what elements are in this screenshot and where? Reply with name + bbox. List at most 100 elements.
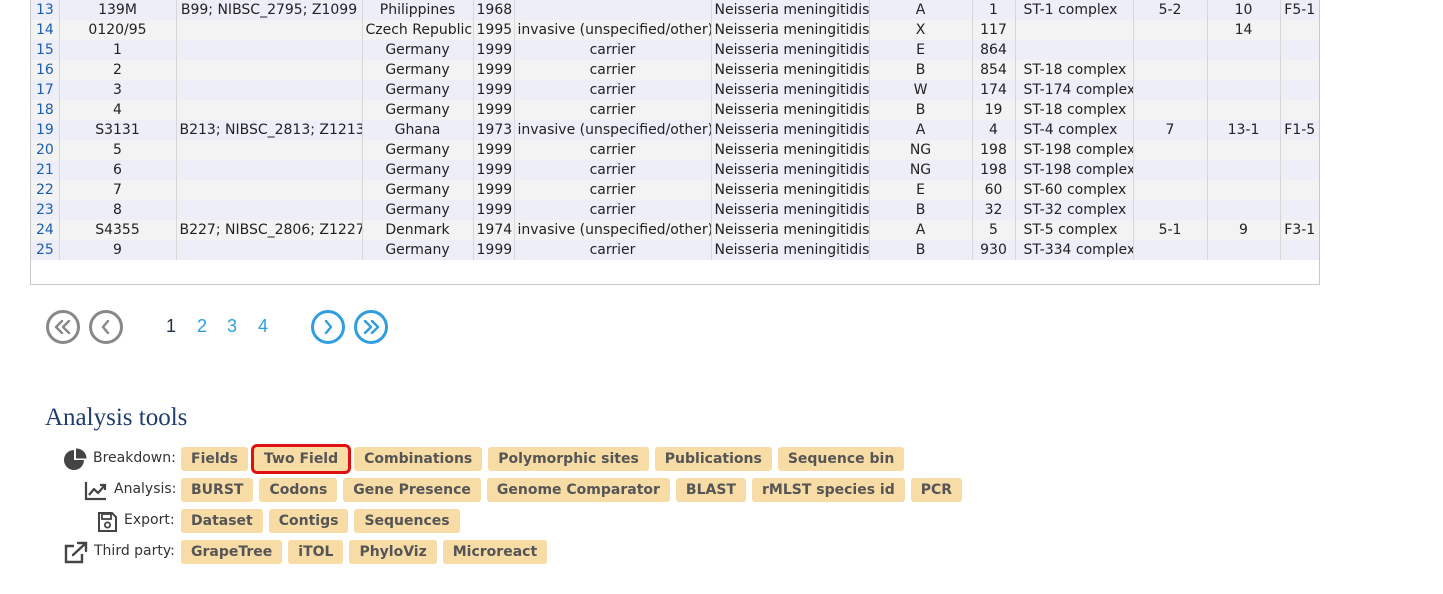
isolate-id-link[interactable]: 20 — [36, 142, 54, 158]
table-row: 22 7 Germany 1999 carrier Neisseria meningiti… — [31, 180, 1319, 200]
dataset-button[interactable]: Dataset — [181, 509, 263, 533]
clonal-complex-cell: ST-198 complex — [1015, 140, 1134, 160]
species-cell: Neisseria meningitidis — [711, 120, 870, 140]
species-cell: Neisseria meningitidis — [711, 140, 870, 160]
page-link-3[interactable]: 3 — [227, 316, 237, 337]
table-row: 23 8 Germany 1999 carrier Neisseria meningiti… — [31, 200, 1319, 220]
codons-button[interactable]: Codons — [259, 478, 338, 502]
microreact-button[interactable]: Microreact — [442, 540, 548, 564]
table-row: 24 S4355 B227; NIBSC_2806; Z1227 Denmark 197… — [31, 220, 1319, 240]
clonal-complex-cell — [1015, 20, 1134, 40]
aliases-cell — [176, 80, 363, 100]
country-cell: Germany — [362, 140, 474, 160]
blast-button[interactable]: BLAST — [675, 478, 746, 502]
page-link-2[interactable]: 2 — [197, 316, 207, 337]
isolate-id-link[interactable]: 23 — [36, 202, 54, 218]
country-cell: Denmark — [362, 220, 474, 240]
clonal-complex-cell: ST-1 complex — [1015, 0, 1134, 20]
isolate-results-table: 120090/89Czech Republic1989invasive (uns… — [30, 0, 1320, 285]
analysis-label: Analysis: — [114, 481, 177, 497]
isolate-id-link[interactable]: 14 — [36, 22, 54, 38]
pora-vr-cell — [1133, 40, 1208, 60]
page-link-1[interactable]: 1 — [166, 316, 176, 337]
porb-vr-cell: 14 — [1207, 20, 1281, 40]
table-row: 15 1 Germany 1999 carrier Neisseria meningiti… — [31, 40, 1319, 60]
fields-button[interactable]: Fields — [181, 447, 249, 471]
genome-comparator-button[interactable]: Genome Comparator — [486, 478, 670, 502]
first-page-button[interactable] — [46, 310, 80, 344]
table-row: 18 4 Germany 1999 carrier Neisseria meningiti… — [31, 100, 1319, 120]
isolate-id-link[interactable]: 22 — [36, 182, 54, 198]
species-cell: Neisseria meningitidis — [711, 200, 870, 220]
isolate-id-link[interactable]: 15 — [36, 42, 54, 58]
grapetree-button[interactable]: GrapeTree — [181, 540, 283, 564]
page-link-4[interactable]: 4 — [258, 316, 268, 337]
isolate-id-link[interactable]: 16 — [36, 62, 54, 78]
sequence-type-cell: 198 — [972, 140, 1016, 160]
isolate-id-link[interactable]: 25 — [36, 242, 54, 258]
porb-vr-cell — [1207, 60, 1281, 80]
polymorphic-sites-button[interactable]: Polymorphic sites — [488, 447, 649, 471]
isolate-id-link[interactable]: 17 — [36, 82, 54, 98]
table-row: 20 5 Germany 1999 carrier Neisseria meningiti… — [31, 140, 1319, 160]
disease-cell: carrier — [514, 100, 712, 120]
porb-vr-cell — [1207, 160, 1281, 180]
isolate-name-cell: 6 — [59, 160, 177, 180]
isolate-id-link[interactable]: 21 — [36, 162, 54, 178]
capsule-group-cell: E — [869, 40, 973, 60]
contigs-button[interactable]: Contigs — [268, 509, 349, 533]
aliases-cell: B99; NIBSC_2795; Z1099 — [176, 0, 363, 20]
isolate-id-link[interactable]: 19 — [36, 122, 54, 138]
year-cell: 1974 — [473, 220, 515, 240]
year-cell: 1999 — [473, 100, 515, 120]
pora-vr-cell — [1133, 140, 1208, 160]
isolate-id-link[interactable]: 24 — [36, 222, 54, 238]
porb-vr-cell — [1207, 200, 1281, 220]
pora-vr-cell — [1133, 100, 1208, 120]
country-cell: Germany — [362, 180, 474, 200]
sequence-type-cell: 117 — [972, 20, 1016, 40]
sequence-type-cell: 198 — [972, 160, 1016, 180]
feta-vr-cell — [1280, 200, 1319, 220]
isolate-id-link-cell: 14 — [31, 20, 60, 40]
isolate-id-link-cell: 19 — [31, 120, 60, 140]
burst-button[interactable]: BURST — [181, 478, 254, 502]
disease-cell — [514, 0, 712, 20]
clonal-complex-cell: ST-334 complex — [1015, 240, 1134, 260]
feta-vr-cell — [1280, 240, 1319, 260]
isolate-id-link[interactable]: 18 — [36, 102, 54, 118]
third-party-buttons: GrapeTree iTOL PhyloViz Microreact — [181, 540, 548, 564]
year-cell: 1999 — [473, 140, 515, 160]
gene-presence-button[interactable]: Gene Presence — [343, 478, 481, 502]
porb-vr-cell — [1207, 100, 1281, 120]
line-chart-icon — [83, 478, 109, 504]
save-icon — [94, 509, 120, 535]
rmlst-species-id-button[interactable]: rMLST species id — [751, 478, 905, 502]
pora-vr-cell — [1133, 240, 1208, 260]
publications-button[interactable]: Publications — [654, 447, 772, 471]
porb-vr-cell: 10 — [1207, 0, 1281, 20]
capsule-group-cell: A — [869, 0, 973, 20]
pcr-button[interactable]: PCR — [910, 478, 963, 502]
feta-vr-cell: F1-5 — [1280, 120, 1319, 140]
isolate-id-link-cell: 23 — [31, 200, 60, 220]
table-row: 21 6 Germany 1999 carrier Neisseria meningiti… — [31, 160, 1319, 180]
porb-vr-cell — [1207, 80, 1281, 100]
previous-page-button[interactable] — [89, 310, 123, 344]
isolate-id-link[interactable]: 13 — [36, 2, 54, 18]
capsule-group-cell: B — [869, 240, 973, 260]
breakdown-buttons: Fields Two Field Combinations Polymorphic s… — [181, 444, 905, 474]
two-field-button[interactable]: Two Field — [251, 444, 352, 474]
combinations-button[interactable]: Combinations — [354, 447, 483, 471]
country-cell: Philippines — [362, 0, 474, 20]
year-cell: 1999 — [473, 180, 515, 200]
year-cell: 1968 — [473, 0, 515, 20]
next-page-button[interactable] — [311, 310, 345, 344]
table-row: 25 9 Germany 1999 carrier Neisseria meningiti… — [31, 240, 1319, 260]
last-page-button[interactable] — [354, 310, 388, 344]
sequences-button[interactable]: Sequences — [354, 509, 460, 533]
aliases-cell — [176, 200, 363, 220]
itol-button[interactable]: iTOL — [288, 540, 344, 564]
phyloviz-button[interactable]: PhyloViz — [349, 540, 437, 564]
sequence-bin-button[interactable]: Sequence bin — [777, 447, 905, 471]
